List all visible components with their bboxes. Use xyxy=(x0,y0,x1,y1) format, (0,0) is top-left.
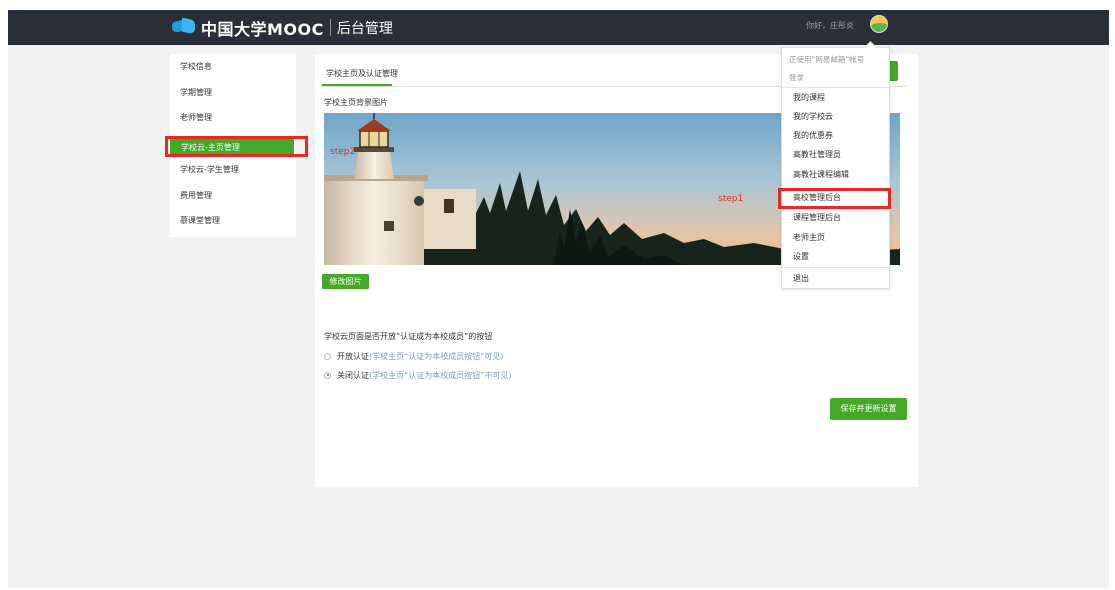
dropdown-divider xyxy=(782,267,889,268)
certification-question: 学校云页面是否开放“认证成为本校成员”的按钮 xyxy=(324,332,493,341)
admin-subtitle: 后台管理 xyxy=(336,20,393,37)
menu-item-logout[interactable]: 退出 xyxy=(793,273,809,284)
step2-annotation: step2 xyxy=(330,147,356,157)
option-close-label: 关闭认证 xyxy=(337,370,369,380)
background-image-label: 学校主页背景图片 xyxy=(324,98,388,107)
dropdown-divider xyxy=(782,87,889,88)
site-logo[interactable]: 中国大学MOOC 后台管理 xyxy=(172,15,393,40)
sidebar-item-teacher-management[interactable]: 老师管理 xyxy=(180,111,212,125)
user-greeting[interactable]: 你好，庄彤炎 xyxy=(806,20,854,31)
option-close-certification[interactable]: 关闭认证 (学校主页“认证为本校成员按钮”不可见) xyxy=(324,369,512,381)
menu-item-settings[interactable]: 设置 xyxy=(793,251,809,262)
menu-item-course-admin-backend[interactable]: 课程管理后台 xyxy=(793,212,841,223)
user-avatar[interactable] xyxy=(870,15,888,33)
login-note: 正使用“网易邮箱”帐号 xyxy=(789,55,865,64)
edit-image-button[interactable]: 修改图片 xyxy=(322,274,369,289)
mooc-logo-icon xyxy=(172,17,196,36)
menu-item-my-coupons[interactable]: 我的优惠券 xyxy=(793,130,833,141)
menu-item-my-school-cloud[interactable]: 我的学校云 xyxy=(793,111,833,122)
sidebar-item-school-info[interactable]: 学校信息 xyxy=(180,60,212,74)
logo-divider xyxy=(329,19,331,36)
radio-close[interactable] xyxy=(324,371,331,379)
user-dropdown-menu: 正使用“网易邮箱”帐号 登录 我的课程 我的学校云 我的优惠券 高教社管理员 高… xyxy=(781,47,890,289)
sidebar-item-classroom-management[interactable]: 慕课堂管理 xyxy=(180,214,220,228)
save-settings-button[interactable]: 保存并更新设置 xyxy=(830,398,907,420)
step1-highlight-box xyxy=(778,188,891,209)
step1-annotation: step1 xyxy=(718,194,744,204)
sidebar-item-student-management[interactable]: 学校云-学生管理 xyxy=(180,163,239,177)
brand-name: 中国大学MOOC xyxy=(201,19,324,39)
option-close-hint: (学校主页“认证为本校成员按钮”不可见) xyxy=(369,370,512,380)
menu-item-hep-course-editor[interactable]: 高教社课程编辑 xyxy=(793,169,849,180)
menu-item-teacher-homepage[interactable]: 老师主页 xyxy=(793,232,825,243)
sidebar-item-term-management[interactable]: 学期管理 xyxy=(180,86,212,100)
option-open-label: 开放认证 xyxy=(337,351,369,361)
sidebar-item-fee-management[interactable]: 费用管理 xyxy=(180,189,212,203)
login-note-line2: 登录 xyxy=(789,73,804,82)
tab-homepage-certification[interactable]: 学校主页及认证管理 xyxy=(326,68,398,79)
option-open-certification[interactable]: 开放认证 (学校主页“认证为本校成员按钮”可见) xyxy=(324,350,504,362)
radio-open[interactable] xyxy=(324,352,331,360)
option-open-hint: (学校主页“认证为本校成员按钮”可见) xyxy=(369,351,504,361)
step2-highlight-box xyxy=(165,136,308,157)
menu-item-hep-admin[interactable]: 高教社管理员 xyxy=(793,149,841,160)
menu-item-my-courses[interactable]: 我的课程 xyxy=(793,92,825,103)
